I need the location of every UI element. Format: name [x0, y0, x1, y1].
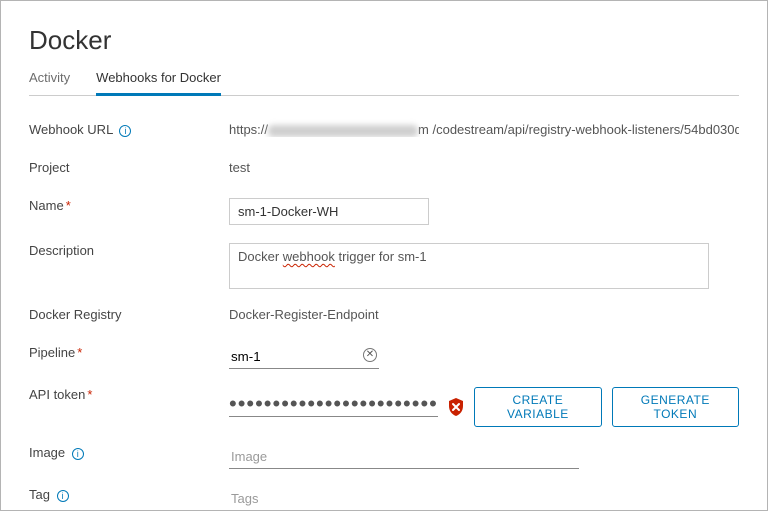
- clear-icon[interactable]: ✕: [363, 348, 377, 362]
- create-variable-button[interactable]: CREATE VARIABLE: [474, 387, 601, 427]
- label-pipeline-text: Pipeline: [29, 345, 75, 360]
- label-webhook-url-text: Webhook URL: [29, 122, 113, 137]
- row-project: Project test: [29, 156, 739, 180]
- row-name: Name*: [29, 194, 739, 225]
- label-tag: Tag i: [29, 483, 229, 502]
- info-icon[interactable]: i: [57, 490, 69, 502]
- info-icon[interactable]: i: [72, 448, 84, 460]
- page-title: Docker: [29, 25, 739, 56]
- page-frame: Docker Activity Webhooks for Docker Webh…: [0, 0, 768, 511]
- api-token-input[interactable]: ••••••••••••••••••••••••••: [229, 397, 438, 417]
- row-tag: Tag i: [29, 483, 739, 511]
- label-name-text: Name: [29, 198, 64, 213]
- row-image: Image i: [29, 441, 739, 469]
- desc-prefix: Docker: [238, 249, 283, 264]
- webhook-url-prefix: https://: [229, 122, 268, 137]
- label-api-token-text: API token: [29, 387, 85, 402]
- row-api-token: API token* •••••••••••••••••••••••••• CR…: [29, 383, 739, 427]
- row-webhook-url: Webhook URL i https:// m /codestream/api/…: [29, 118, 739, 142]
- row-pipeline: Pipeline* ✕: [29, 341, 739, 369]
- label-webhook-url: Webhook URL i: [29, 118, 229, 137]
- label-api-token: API token*: [29, 383, 229, 402]
- label-docker-registry: Docker Registry: [29, 303, 229, 322]
- webhook-url-suffix: m /codestream/api/registry-webhook-liste…: [418, 122, 739, 137]
- tabs: Activity Webhooks for Docker: [29, 70, 739, 96]
- label-image-text: Image: [29, 445, 65, 460]
- pipeline-input[interactable]: [229, 345, 379, 369]
- label-tag-text: Tag: [29, 487, 50, 502]
- name-input[interactable]: [229, 198, 429, 225]
- value-project: test: [229, 156, 739, 175]
- desc-suffix: trigger for sm-1: [335, 249, 427, 264]
- image-input[interactable]: [229, 445, 579, 469]
- row-description: Description Docker webhook trigger for s…: [29, 239, 739, 289]
- row-docker-registry: Docker Registry Docker-Register-Endpoint: [29, 303, 739, 327]
- label-project: Project: [29, 156, 229, 175]
- required-asterisk: *: [87, 387, 92, 402]
- value-webhook-url: https:// m /codestream/api/registry-webho…: [229, 118, 739, 137]
- label-description: Description: [29, 239, 229, 258]
- tab-webhooks-for-docker[interactable]: Webhooks for Docker: [96, 70, 221, 96]
- redacted-host: [268, 125, 418, 137]
- label-name: Name*: [29, 194, 229, 213]
- shield-error-icon: [448, 398, 464, 416]
- tag-input[interactable]: [229, 487, 579, 511]
- description-input[interactable]: Docker webhook trigger for sm-1: [229, 243, 709, 289]
- desc-wave: webhook: [283, 249, 335, 264]
- tab-activity[interactable]: Activity: [29, 70, 70, 96]
- required-asterisk: *: [77, 345, 82, 360]
- value-docker-registry: Docker-Register-Endpoint: [229, 303, 739, 322]
- label-image: Image i: [29, 441, 229, 460]
- info-icon[interactable]: i: [119, 125, 131, 137]
- required-asterisk: *: [66, 198, 71, 213]
- generate-token-button[interactable]: GENERATE TOKEN: [612, 387, 739, 427]
- label-pipeline: Pipeline*: [29, 341, 229, 360]
